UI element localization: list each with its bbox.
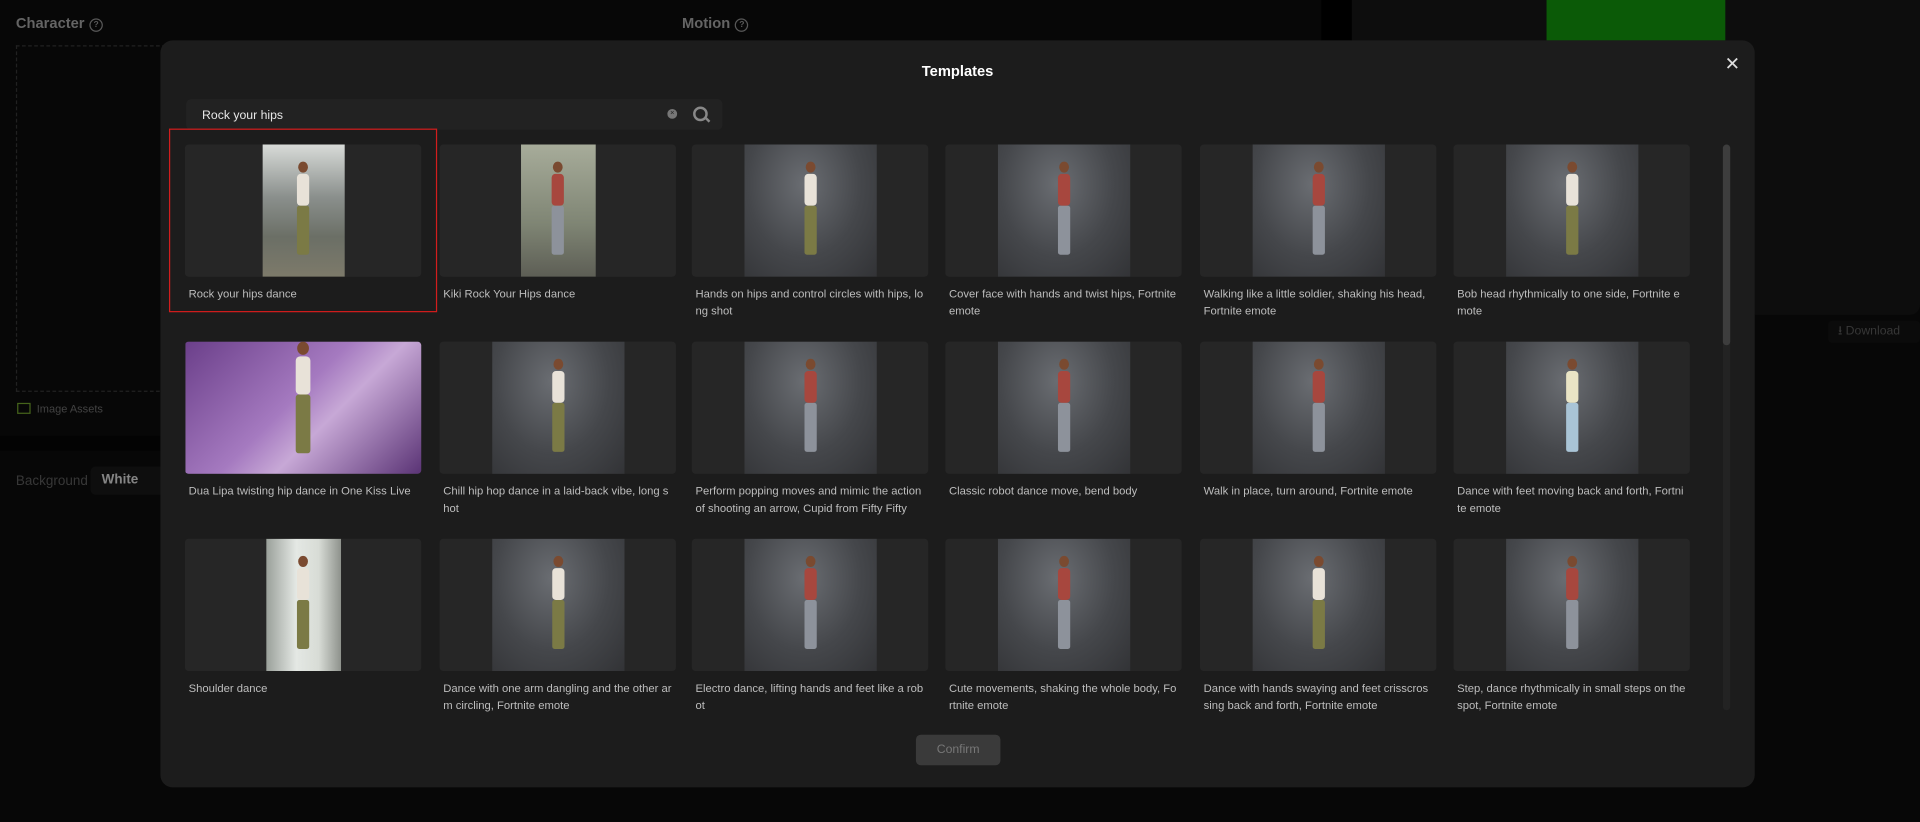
template-caption: Cute movements, shaking the whole body, …: [948, 682, 1177, 712]
figure-illustration: [1310, 161, 1327, 260]
template-thumbnail: [945, 144, 1182, 277]
template-card[interactable]: Kiki Rock Your Hips dance: [439, 144, 676, 302]
figure-illustration: [1055, 555, 1072, 654]
figure-illustration: [1563, 555, 1580, 654]
thumbnail-image: [997, 538, 1130, 672]
figure-illustration: [801, 555, 818, 654]
template-caption: Dua Lipa twisting hip dance in One Kiss …: [188, 484, 411, 498]
template-caption: Dance with hands swaying and feet crissc…: [1203, 682, 1429, 712]
app-stage: Character? Motion? Image Assets Backgrou…: [0, 0, 1920, 822]
confirm-button[interactable]: Confirm: [915, 734, 1001, 766]
scrollbar[interactable]: [1722, 144, 1731, 711]
template-card[interactable]: Walk in place, turn around, Fortnite emo…: [1200, 341, 1437, 500]
template-thumbnail: [184, 538, 422, 672]
template-card[interactable]: Dance with hands swaying and feet crissc…: [1200, 538, 1437, 714]
template-thumbnail: [945, 341, 1182, 474]
template-caption: Classic robot dance move, bend body: [948, 484, 1138, 498]
thumbnail-image: [1252, 341, 1385, 474]
template-caption: Hands on hips and control circles with h…: [695, 287, 924, 318]
figure-illustration: [801, 161, 818, 260]
template-card[interactable]: Dua Lipa twisting hip dance in One Kiss …: [184, 341, 422, 500]
template-card[interactable]: Hands on hips and control circles with h…: [691, 144, 929, 319]
search-icon[interactable]: [693, 106, 708, 122]
template-card[interactable]: Step, dance rhythmically in small steps …: [1453, 538, 1690, 714]
template-card[interactable]: Chill hip hop dance in a laid-back vibe,…: [439, 341, 676, 517]
template-thumbnail: [945, 538, 1182, 672]
thumbnail-image: [1252, 144, 1385, 277]
template-caption: Cover face with hands and twist hips, Fo…: [948, 287, 1176, 318]
template-thumbnail: [1453, 538, 1690, 672]
thumbnail-image: [743, 144, 877, 277]
template-thumbnail: [1453, 144, 1690, 277]
figure-illustration: [549, 555, 566, 654]
figure-illustration: [801, 358, 818, 457]
thumbnail-image: [997, 144, 1130, 277]
template-thumbnail: [691, 144, 929, 277]
template-caption: Shoulder dance: [188, 682, 268, 695]
template-card[interactable]: Shoulder dance: [184, 538, 422, 697]
search-bar: ×: [186, 99, 723, 133]
figure-illustration: [1055, 358, 1072, 457]
template-thumbnail: [1200, 341, 1437, 474]
templates-modal: Templates ✕ × Rock your hips danceKiki R…: [160, 40, 1755, 788]
thumbnail-image: [1505, 144, 1638, 277]
thumbnail-image: [743, 341, 877, 474]
thumbnail-image: [520, 144, 596, 277]
template-card[interactable]: Classic robot dance move, bend body: [945, 341, 1182, 500]
template-card[interactable]: Dance with feet moving back and forth, F…: [1453, 341, 1690, 517]
template-caption: Perform popping moves and mimic the acti…: [695, 484, 922, 515]
template-caption: Step, dance rhythmically in small steps …: [1457, 682, 1686, 712]
figure-illustration: [1563, 161, 1580, 260]
thumbnail-image: [1505, 341, 1638, 474]
template-card[interactable]: Cute movements, shaking the whole body, …: [945, 538, 1182, 714]
template-card[interactable]: Walking like a little soldier, shaking h…: [1200, 144, 1437, 319]
thumbnail-image: [184, 341, 422, 474]
template-card[interactable]: Perform popping moves and mimic the acti…: [691, 341, 929, 517]
template-caption: Bob head rhythmically to one side, Fortn…: [1457, 287, 1680, 318]
template-card[interactable]: Cover face with hands and twist hips, Fo…: [945, 144, 1182, 319]
template-thumbnail: [1453, 341, 1690, 474]
selected-highlight: [168, 128, 438, 313]
thumbnail-image: [743, 538, 877, 672]
thumbnail-image: [997, 341, 1130, 474]
template-card[interactable]: Electro dance, lifting hands and feet li…: [691, 538, 929, 714]
thumbnail-image: [491, 538, 624, 672]
clear-icon[interactable]: ×: [667, 108, 678, 119]
scrollbar-thumb[interactable]: [1722, 144, 1731, 346]
template-thumbnail: [1200, 144, 1437, 277]
thumbnail-image: [491, 341, 624, 474]
figure-illustration: [1055, 161, 1072, 260]
template-card[interactable]: Bob head rhythmically to one side, Fortn…: [1453, 144, 1690, 319]
thumbnail-image: [1505, 538, 1638, 672]
close-icon[interactable]: ✕: [1725, 53, 1740, 75]
template-caption: Walk in place, turn around, Fortnite emo…: [1203, 484, 1413, 498]
template-thumbnail: [184, 341, 422, 474]
search-input[interactable]: [199, 99, 658, 133]
template-thumbnail: [691, 341, 929, 474]
figure-illustration: [1310, 358, 1327, 457]
figure-illustration: [1563, 358, 1580, 457]
template-thumbnail: [691, 538, 929, 672]
template-card[interactable]: Dance with one arm dangling and the othe…: [439, 538, 676, 714]
figure-illustration: [549, 161, 566, 260]
template-caption: Walking like a little soldier, shaking h…: [1203, 287, 1426, 318]
template-caption: Dance with feet moving back and forth, F…: [1457, 484, 1684, 515]
template-caption: Dance with one arm dangling and the othe…: [443, 682, 672, 712]
figure-illustration: [1310, 555, 1327, 654]
template-caption: Electro dance, lifting hands and feet li…: [695, 682, 924, 712]
figure-illustration: [549, 358, 566, 457]
figure-illustration: [293, 341, 314, 460]
template-caption: Kiki Rock Your Hips dance: [443, 287, 576, 301]
thumbnail-image: [265, 538, 341, 672]
template-thumbnail: [439, 341, 676, 474]
modal-title: Templates: [921, 62, 994, 80]
figure-illustration: [294, 555, 311, 654]
template-thumbnail: [439, 144, 676, 277]
template-thumbnail: [439, 538, 676, 672]
template-thumbnail: [1200, 538, 1437, 672]
thumbnail-image: [1252, 538, 1385, 672]
template-caption: Chill hip hop dance in a laid-back vibe,…: [443, 484, 669, 515]
